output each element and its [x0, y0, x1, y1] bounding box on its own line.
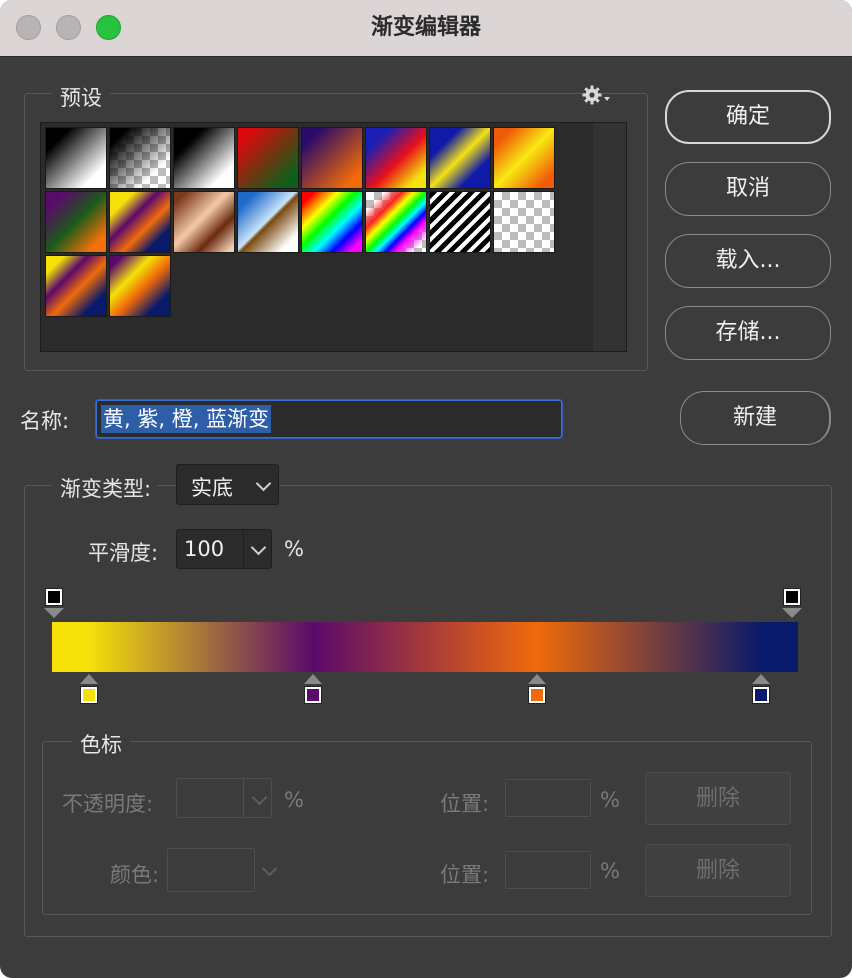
- opacity-location-field: [505, 779, 591, 817]
- preset-swatch-yellow-violet-orange-blue[interactable]: [109, 191, 171, 253]
- preset-swatch-violet-orange[interactable]: [301, 127, 363, 189]
- gradient-type-label: 渐变类型:: [52, 473, 158, 503]
- opacity-stop-arrow: [44, 608, 64, 618]
- gradient-editor-window: 渐变编辑器 预设 确定 取消 载入... 存储... 名称: 黄, 紫, 橙, …: [0, 0, 852, 978]
- color-stop-2[interactable]: [304, 674, 323, 706]
- preset-swatch-grid[interactable]: [40, 122, 627, 352]
- opacity-location-unit: %: [600, 788, 620, 812]
- gear-icon[interactable]: [582, 84, 612, 106]
- preset-swatch-foreground-to-background[interactable]: [45, 127, 107, 189]
- color-stop-swatch: [80, 686, 99, 704]
- smoothness-label: 平滑度:: [88, 541, 159, 565]
- preset-swatch-yellow-violet-orange-blue-3[interactable]: [109, 255, 171, 317]
- gradient-preview-bar[interactable]: [52, 622, 798, 672]
- delete-opacity-stop-button: 删除: [645, 772, 791, 825]
- opacity-divider: [243, 779, 244, 817]
- opacity-stop-right[interactable]: [782, 586, 802, 620]
- smoothness-divider: [243, 530, 244, 568]
- load-button[interactable]: 载入...: [665, 234, 831, 288]
- stops-legend: 色标: [72, 729, 130, 759]
- window-title: 渐变编辑器: [370, 15, 481, 40]
- preset-swatch-orange-yellow-orange[interactable]: [493, 127, 555, 189]
- preset-scrollbar[interactable]: [593, 123, 626, 351]
- preset-swatch-transparent-grid[interactable]: [493, 191, 555, 253]
- opacity-stop-arrow: [782, 608, 802, 618]
- color-location-field: [505, 851, 591, 889]
- preset-swatch-yellow-violet-orange-blue-2[interactable]: [45, 255, 107, 317]
- opacity-location-label: 位置:: [440, 792, 490, 816]
- name-input[interactable]: 黄, 紫, 橙, 蓝渐变: [96, 400, 562, 438]
- new-button[interactable]: 新建: [680, 391, 831, 445]
- preset-swatch-blue-red-yellow[interactable]: [365, 127, 427, 189]
- cancel-button[interactable]: 取消: [665, 162, 831, 216]
- color-location-unit: %: [600, 859, 620, 883]
- color-swatch-field: [167, 848, 255, 892]
- opacity-label: 不透明度:: [62, 792, 154, 816]
- color-stop-swatch: [304, 686, 323, 704]
- color-stop-arrow: [751, 674, 770, 684]
- chevron-down-icon: [251, 789, 268, 806]
- save-button[interactable]: 存储...: [665, 306, 831, 360]
- smoothness-unit: %: [284, 537, 304, 561]
- name-input-value: 黄, 紫, 橙, 蓝渐变: [101, 405, 272, 433]
- color-stop-arrow: [527, 674, 546, 684]
- color-stop-swatch: [751, 686, 770, 704]
- preset-swatch-transparent-stripes[interactable]: [429, 191, 491, 253]
- preset-swatch-violet-green-orange[interactable]: [45, 191, 107, 253]
- title-bar: 渐变编辑器: [0, 0, 852, 57]
- name-label: 名称:: [20, 409, 70, 433]
- color-stop-1[interactable]: [80, 674, 99, 706]
- gradient-type-select[interactable]: 实底: [176, 464, 279, 505]
- delete-color-stop-button: 删除: [645, 844, 791, 897]
- preset-swatch-chrome[interactable]: [237, 191, 299, 253]
- color-stop-swatch: [527, 686, 546, 704]
- color-stop-arrow: [304, 674, 323, 684]
- ok-button[interactable]: 确定: [665, 90, 831, 144]
- opacity-unit: %: [284, 788, 304, 812]
- preset-swatch-copper[interactable]: [173, 191, 235, 253]
- opacity-stop-left[interactable]: [44, 586, 64, 620]
- color-label: 颜色:: [110, 863, 160, 887]
- color-stop-4[interactable]: [751, 674, 770, 706]
- chevron-down-icon[interactable]: [250, 539, 267, 556]
- preset-swatch-spectrum[interactable]: [301, 191, 363, 253]
- smoothness-combobox[interactable]: 100: [176, 529, 272, 569]
- opacity-stop-swatch: [45, 588, 63, 606]
- preset-swatch-transparent-rainbow[interactable]: [365, 191, 427, 253]
- color-stop-arrow: [80, 674, 99, 684]
- gradient-type-value: 实底: [191, 476, 233, 500]
- opacity-stop-swatch: [783, 588, 801, 606]
- color-stop-3[interactable]: [527, 674, 546, 706]
- color-location-label: 位置:: [440, 863, 490, 887]
- chevron-down-icon: [255, 475, 272, 492]
- preset-swatch-blue-yellow-blue[interactable]: [429, 127, 491, 189]
- preset-swatch-red-green[interactable]: [237, 127, 299, 189]
- smoothness-value: 100: [184, 537, 225, 561]
- opacity-field: [176, 778, 272, 818]
- preset-swatch-foreground-to-transparent[interactable]: [109, 127, 171, 189]
- preset-swatch-black-white[interactable]: [173, 127, 235, 189]
- presets-legend: 预设: [52, 82, 110, 112]
